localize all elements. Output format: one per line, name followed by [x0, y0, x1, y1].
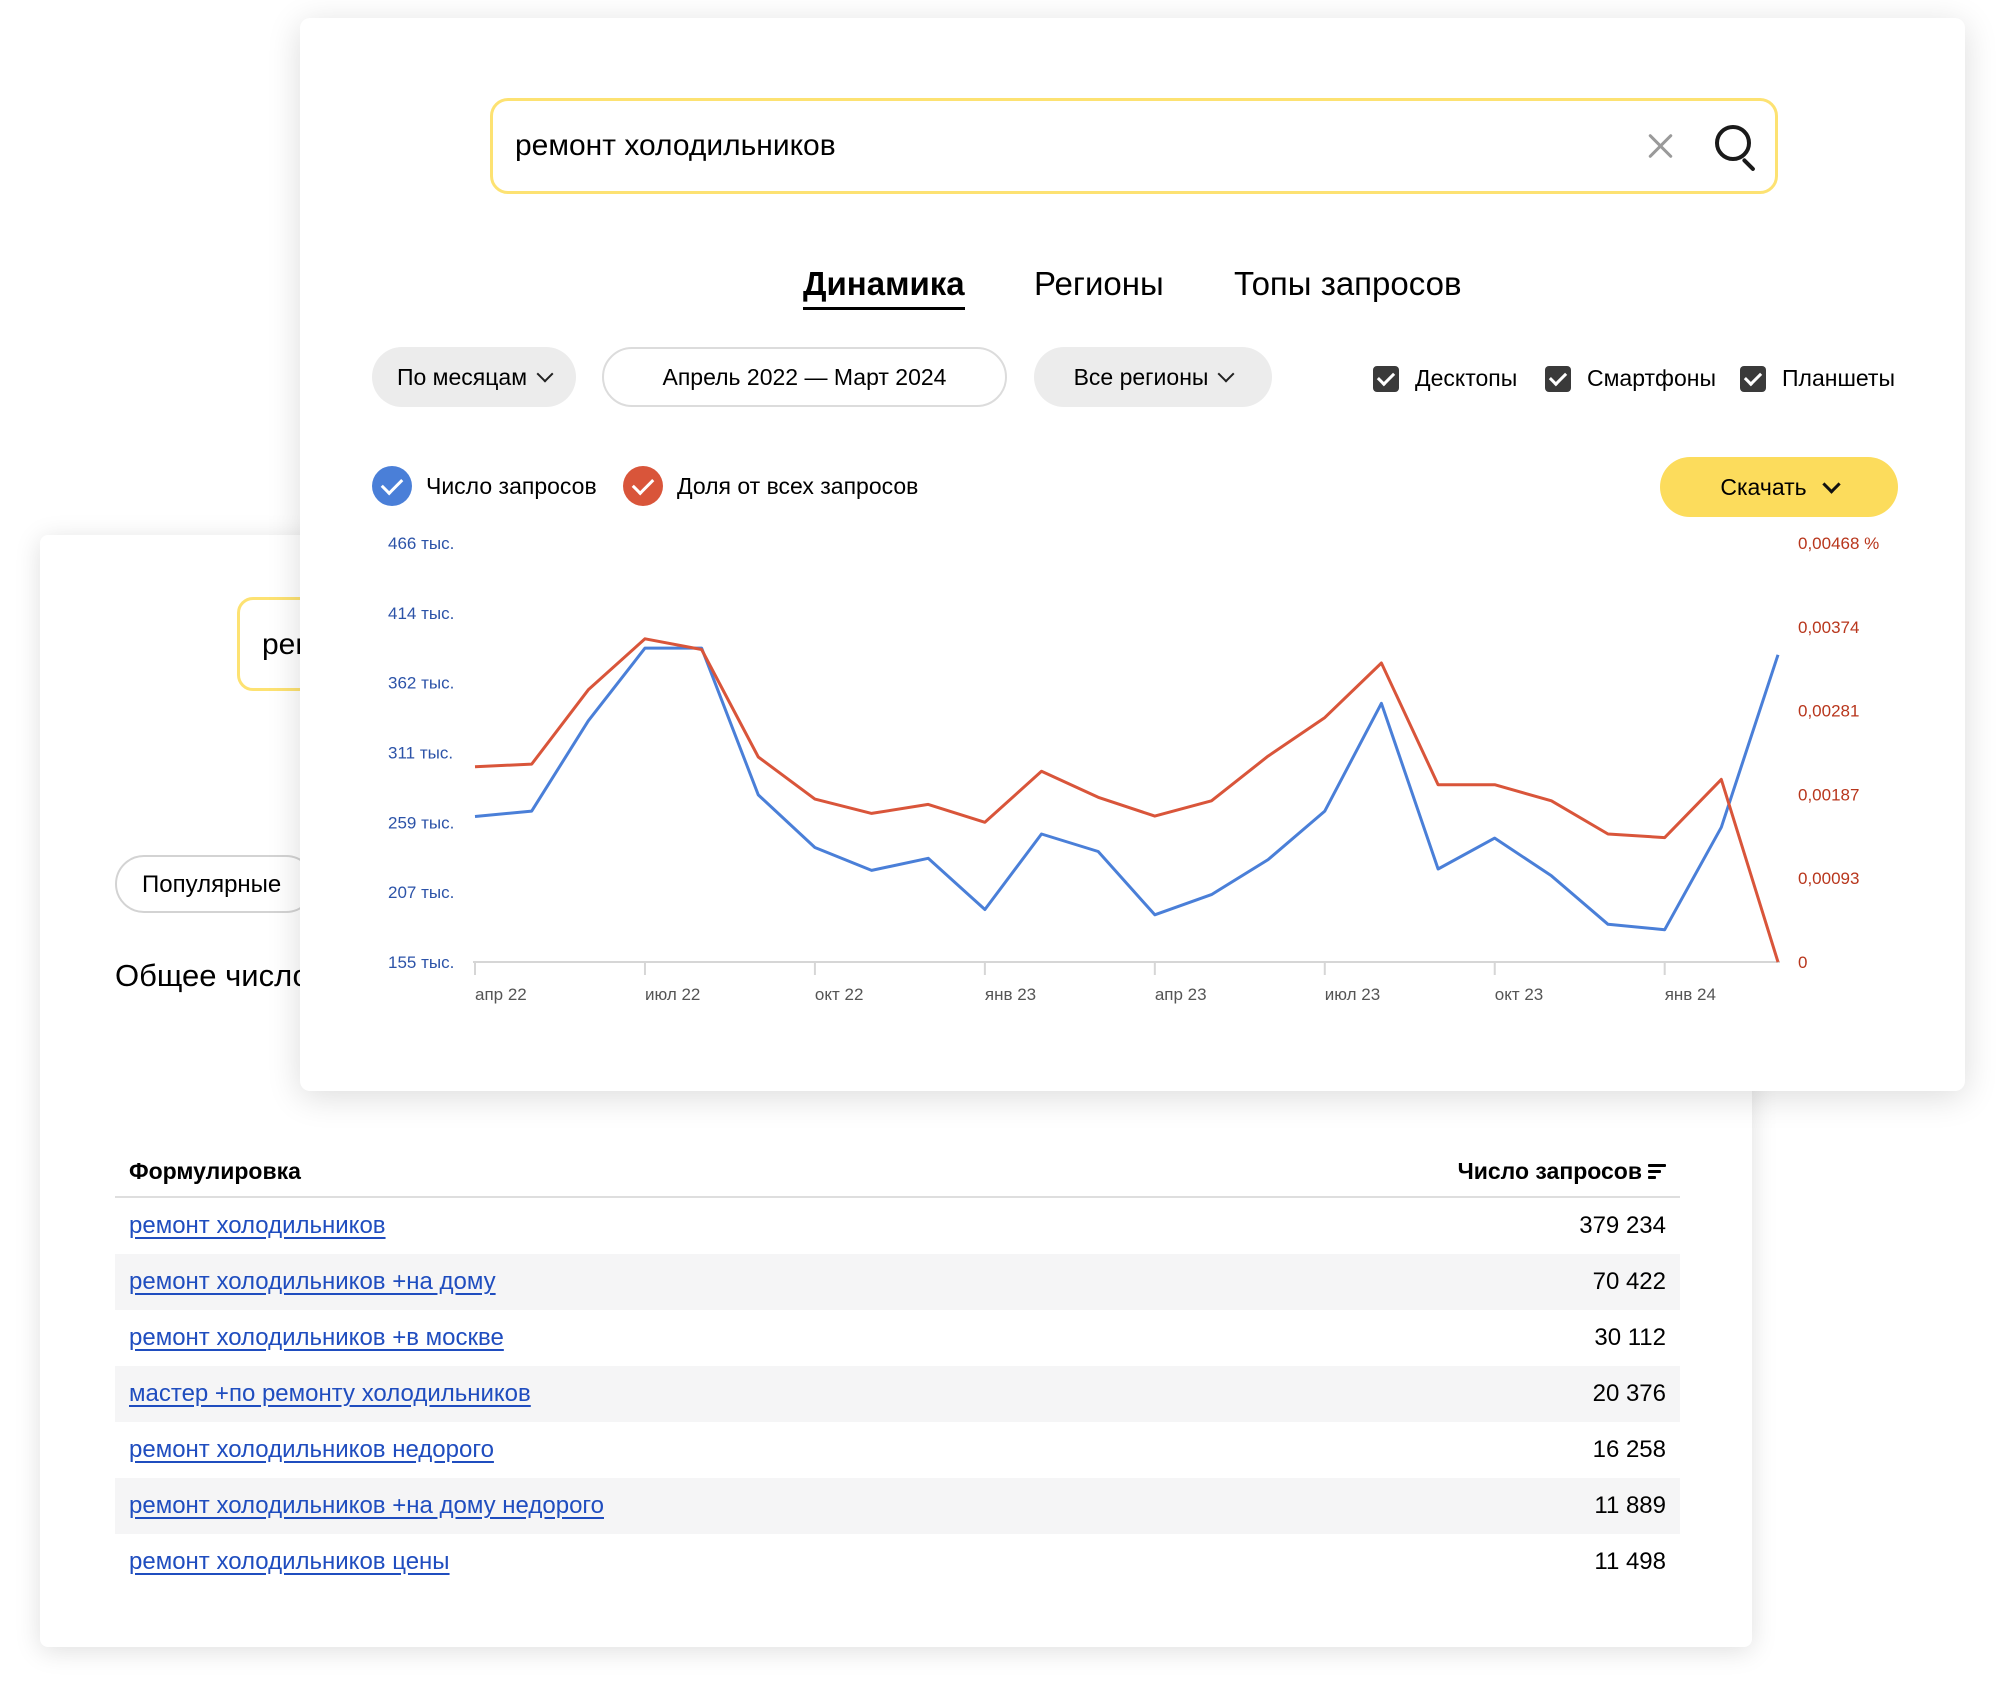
x-tick-label: июл 23 — [1325, 985, 1380, 1004]
checkbox-tablets-label: Планшеты — [1782, 365, 1895, 391]
x-tick-label: апр 22 — [475, 985, 527, 1004]
table-header: Формулировка Число запросов — [115, 1150, 1680, 1198]
x-tick-label: окт 22 — [815, 985, 864, 1004]
table-row: мастер +по ремонту холодильников 20 376 — [115, 1366, 1680, 1422]
series-line-share — [474, 637, 1780, 963]
table-row: ремонт холодильников недорого 16 258 — [115, 1422, 1680, 1478]
query-count: 11 498 — [1594, 1548, 1666, 1575]
date-range-label: Апрель 2022 — Март 2024 — [662, 363, 947, 390]
query-link[interactable]: мастер +по ремонту холодильников — [129, 1380, 531, 1408]
query-link[interactable]: ремонт холодильников недорого — [129, 1436, 494, 1464]
x-tick-label: апр 23 — [1155, 985, 1207, 1004]
x-tick-label: июл 22 — [645, 985, 700, 1004]
checkbox-icon[interactable] — [1373, 365, 1399, 392]
check-circle-icon[interactable] — [372, 466, 412, 506]
query-link[interactable]: ремонт холодильников +на дому недорого — [129, 1492, 604, 1520]
left-axis-tick-label: 362 тыс. — [388, 674, 454, 693]
search-icon[interactable] — [1715, 125, 1759, 172]
back-heading: Общее число — [115, 958, 310, 993]
query-link[interactable]: ремонт холодильников +в москве — [129, 1324, 504, 1352]
search-input[interactable]: ремонт холодильников — [490, 98, 1778, 194]
legend-share-label: Доля от всех запросов — [677, 472, 919, 499]
column-header-query: Формулировка — [129, 1158, 301, 1184]
right-axis-tick-label: 0,00187 — [1798, 785, 1859, 804]
table-row: ремонт холодильников цены 11 498 — [115, 1534, 1680, 1590]
chevron-down-icon — [1217, 365, 1235, 383]
region-dropdown[interactable]: Все регионы — [1034, 347, 1272, 407]
left-axis-tick-label: 466 тыс. — [388, 534, 454, 553]
table-row: ремонт холодильников +на дому недорого 11… — [115, 1478, 1680, 1534]
checkbox-smartphones[interactable]: Смартфоны — [1545, 365, 1716, 392]
checkbox-desktops[interactable]: Десктопы — [1373, 365, 1517, 392]
query-link[interactable]: ремонт холодильников цены — [129, 1548, 450, 1576]
dynamics-chart: апр 22 июл 22 окт 22 янв 23 апр 23 июл 23 окт … — [388, 534, 1879, 1004]
query-link[interactable]: ремонт холодильников — [129, 1212, 386, 1240]
table-row: ремонт холодильников +в москве 30 112 — [115, 1310, 1680, 1366]
period-dropdown-label: По месяцам — [396, 363, 528, 390]
chevron-down-icon — [1821, 474, 1841, 494]
table-row: ремонт холодильников +на дому 70 422 — [115, 1254, 1680, 1310]
date-range-picker[interactable]: Апрель 2022 — Март 2024 — [602, 347, 1007, 407]
left-axis-tick-label: 207 тыс. — [388, 883, 454, 902]
query-count: 30 112 — [1594, 1324, 1666, 1351]
tab-top-queries[interactable]: Топы запросов — [1234, 265, 1462, 303]
series-line-requests — [474, 646, 1780, 932]
popular-tab-label: Популярные — [142, 871, 282, 898]
right-axis-tick-label: 0 — [1798, 953, 1807, 972]
query-count: 70 422 — [1592, 1268, 1666, 1295]
query-count: 20 376 — [1592, 1380, 1666, 1407]
tab-dynamics[interactable]: Динамика — [803, 265, 965, 310]
legend-requests-label: Число запросов — [426, 472, 597, 499]
download-button[interactable]: Скачать — [1660, 457, 1898, 517]
right-axis-tick-label: 0,00093 — [1798, 869, 1859, 888]
left-axis-tick-label: 259 тыс. — [388, 813, 454, 832]
table-row: ремонт холодильников 379 234 — [115, 1198, 1680, 1254]
checkbox-icon[interactable] — [1545, 365, 1571, 392]
right-axis-tick-label: 0,00374 — [1798, 618, 1859, 637]
column-header-count-label: Число запросов — [1457, 1158, 1642, 1184]
close-icon[interactable] — [1643, 129, 1677, 163]
chevron-down-icon — [536, 365, 554, 383]
checkbox-icon[interactable] — [1740, 365, 1766, 392]
check-circle-icon[interactable] — [623, 466, 663, 506]
left-axis-tick-label: 155 тыс. — [388, 953, 454, 972]
right-axis-tick-label: 0,00281 — [1798, 702, 1859, 721]
checkbox-tablets[interactable]: Планшеты — [1740, 365, 1895, 392]
tab-regions[interactable]: Регионы — [1034, 265, 1164, 303]
column-header-count[interactable]: Число запросов — [1458, 1158, 1666, 1185]
legend-share-toggle[interactable]: Доля от всех запросов — [623, 466, 918, 506]
region-dropdown-label: Все регионы — [1073, 363, 1209, 390]
query-link[interactable]: ремонт холодильников +на дому — [129, 1268, 496, 1296]
legend-requests-toggle[interactable]: Число запросов — [372, 466, 597, 506]
checkbox-desktops-label: Десктопы — [1415, 365, 1518, 391]
sort-icon[interactable] — [1648, 1162, 1666, 1180]
search-input-value[interactable]: ремонт холодильников — [515, 129, 836, 163]
query-count: 16 258 — [1592, 1436, 1666, 1463]
right-axis-tick-label: 0,00468 % — [1798, 534, 1879, 553]
period-dropdown[interactable]: По месяцам — [372, 347, 576, 407]
download-button-label: Скачать — [1720, 473, 1807, 500]
query-count: 11 889 — [1594, 1492, 1666, 1519]
checkbox-smartphones-label: Смартфоны — [1587, 365, 1716, 391]
left-axis-tick-label: 311 тыс. — [388, 744, 453, 763]
x-tick-label: янв 24 — [1665, 985, 1716, 1004]
x-tick-label: окт 23 — [1495, 985, 1544, 1004]
left-axis-tick-label: 414 тыс. — [388, 604, 454, 623]
x-tick-label: янв 23 — [985, 985, 1036, 1004]
query-count: 379 234 — [1579, 1212, 1666, 1239]
